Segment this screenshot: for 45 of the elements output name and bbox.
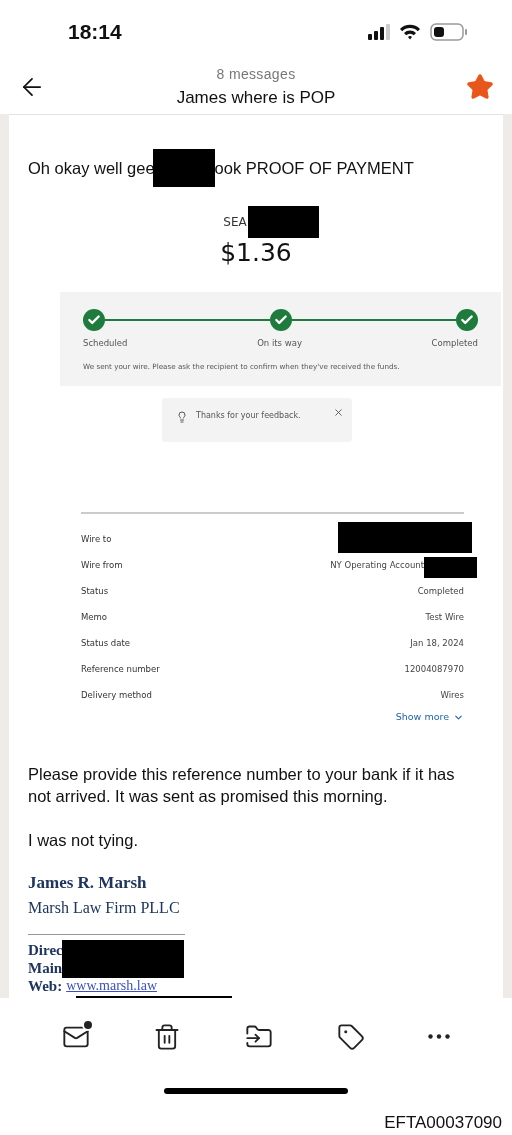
redaction-bar bbox=[247, 206, 319, 239]
redaction-bar bbox=[424, 556, 477, 578]
close-icon bbox=[333, 407, 344, 419]
intro-text: ook PROOF OF PAYMENT bbox=[214, 158, 414, 180]
signature-firm: Marsh Law Firm PLLC bbox=[28, 898, 181, 919]
detail-value: 12004087970 bbox=[404, 663, 464, 676]
signal-icon bbox=[368, 23, 390, 40]
step-label: On its way bbox=[257, 336, 302, 350]
wifi-icon bbox=[398, 23, 422, 41]
detail-value: Test Wire bbox=[425, 611, 464, 624]
detail-label: Wire to bbox=[81, 533, 112, 546]
close-button[interactable] bbox=[333, 407, 344, 419]
message-count: 8 messages bbox=[216, 64, 296, 84]
detail-label: Memo bbox=[81, 611, 108, 624]
detail-label: Delivery method bbox=[81, 689, 152, 702]
tag-icon bbox=[336, 1022, 365, 1051]
step-label: Scheduled bbox=[83, 336, 128, 350]
detail-value: Wires bbox=[440, 689, 464, 702]
redaction-bar bbox=[152, 149, 215, 188]
signature-label: Web: bbox=[28, 977, 63, 996]
website-link[interactable]: www.marsh.law bbox=[66, 977, 158, 996]
thread-title: James where is POP bbox=[176, 86, 336, 109]
signature-label: Main bbox=[28, 959, 63, 978]
signature-name: James R. Marsh bbox=[28, 871, 148, 894]
message-paragraph: I was not tying. bbox=[28, 829, 140, 851]
detail-label: Status bbox=[81, 585, 109, 598]
intro-text: Oh okay well gee bbox=[28, 158, 155, 180]
battery-icon bbox=[430, 22, 468, 41]
document-id: EFTA00037090 bbox=[384, 1111, 502, 1134]
clock-time: 18:14 bbox=[68, 19, 122, 46]
step-label: Completed bbox=[431, 336, 478, 350]
payment-amount: $1.36 bbox=[220, 237, 292, 270]
detail-value: NY Operating Account bbox=[330, 559, 424, 572]
show-more-link[interactable]: Show more bbox=[395, 710, 464, 725]
message-paragraph: Please provide this reference number to your bank if it has not arrived. It was sent as promised this morning. bbox=[28, 763, 456, 807]
detail-label: Reference number bbox=[81, 663, 160, 676]
detail-label: Wire from bbox=[81, 559, 123, 572]
lightbulb-icon bbox=[176, 410, 188, 425]
feedback-text: Thanks for your feedback. bbox=[196, 410, 302, 423]
account-prefix: SEA bbox=[223, 214, 247, 232]
signature-label: Direc bbox=[28, 941, 63, 960]
more-icon bbox=[428, 1034, 451, 1040]
detail-value: Completed bbox=[417, 585, 464, 598]
detail-label: Status date bbox=[81, 637, 130, 650]
detail-value: Jan 18, 2024 bbox=[410, 637, 464, 650]
